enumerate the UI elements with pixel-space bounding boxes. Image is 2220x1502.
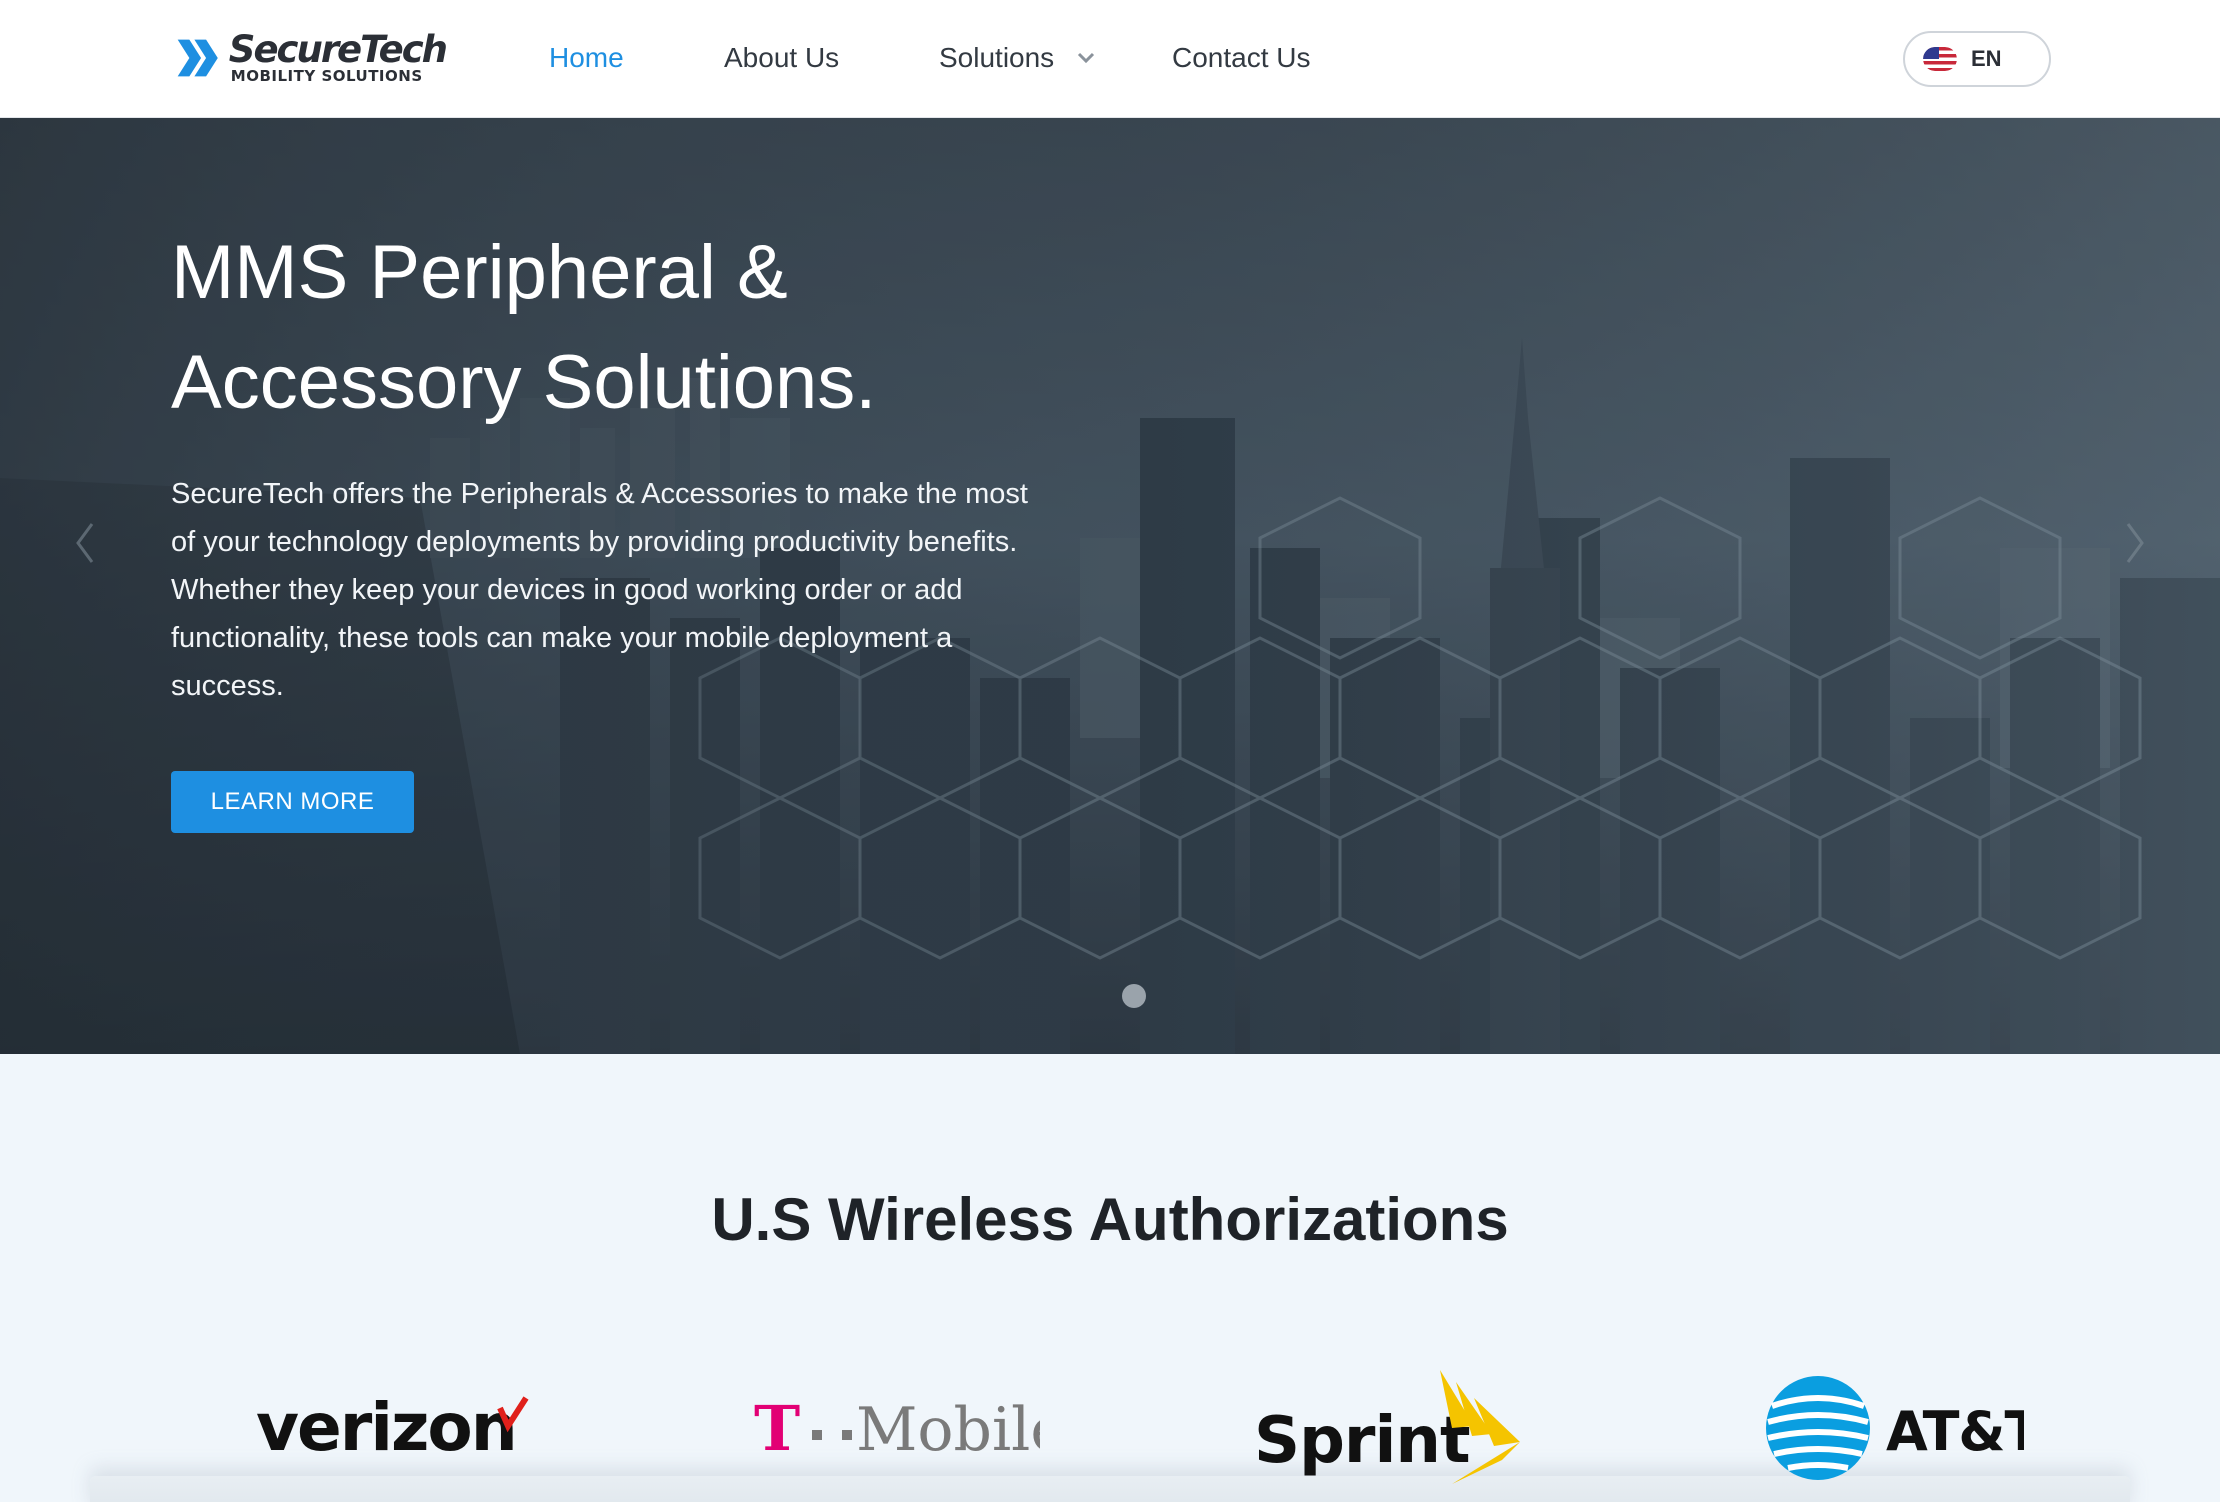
hero-title-line: Accessory Solutions. (171, 340, 877, 425)
nav-home-link[interactable]: Home (549, 42, 624, 74)
hero-description-line: Whether they keep your devices in good w… (171, 574, 963, 606)
tmobile-t-glyph: T (754, 1392, 800, 1465)
hero-description-line: success. (171, 670, 284, 702)
verizon-logo[interactable]: verizon (250, 1368, 540, 1488)
nav-solutions-link[interactable]: Solutions (939, 42, 1054, 74)
sprint-logo[interactable]: Sprint (1252, 1368, 1532, 1488)
hero-title-line: MMS Peripheral & (171, 230, 788, 315)
language-code: EN (1971, 46, 2002, 71)
hero-description-line: of your technology deployments by provid… (171, 526, 1018, 558)
hero-description-line: SecureTech offers the Peripherals & Acce… (171, 478, 1028, 510)
top-navigation: SecureTech MOBILITY SOLUTIONS Home About… (0, 0, 2220, 118)
language-selector[interactable]: EN (1903, 31, 2051, 87)
hero-description-line: functionality, these tools can make your… (171, 622, 953, 654)
att-wordmark: AT&T (1886, 1400, 2024, 1463)
verizon-wordmark: verizon (256, 1389, 516, 1466)
hero-banner: MMS Peripheral & Accessory Solutions. Se… (0, 118, 2220, 1054)
hero-title: MMS Peripheral & Accessory Solutions. (171, 218, 1071, 438)
logo-tagline: MOBILITY SOLUTIONS (230, 67, 423, 85)
section-title: U.S Wireless Authorizations (711, 1186, 1509, 1253)
carousel-prev-arrow-icon[interactable] (70, 518, 100, 568)
securetech-logo[interactable]: SecureTech MOBILITY SOLUTIONS (176, 28, 448, 88)
hero-description: SecureTech offers the Peripherals & Acce… (171, 470, 1071, 710)
us-flag-icon (1923, 47, 1957, 71)
tmobile-dot-icon (842, 1430, 852, 1440)
carousel-dot[interactable] (1122, 984, 1146, 1008)
carousel-next-arrow-icon[interactable] (2120, 518, 2150, 568)
tmobile-wordmark: Mobile (856, 1395, 1040, 1465)
learn-more-button[interactable]: LEARN MORE (171, 771, 414, 833)
nav-contact-link[interactable]: Contact Us (1172, 42, 1311, 74)
tmobile-logo[interactable]: T Mobile (750, 1368, 1040, 1488)
chevron-down-icon[interactable] (1077, 52, 1095, 64)
tmobile-dot-icon (812, 1430, 822, 1440)
sprint-wordmark: Sprint (1254, 1404, 1470, 1478)
logo-wordmark: SecureTech (228, 28, 448, 71)
nav-about-link[interactable]: About Us (724, 42, 839, 74)
att-logo[interactable]: AT&T (1764, 1368, 2024, 1488)
double-chevron-logo-icon (177, 39, 218, 77)
att-globe-icon (1766, 1376, 1870, 1480)
